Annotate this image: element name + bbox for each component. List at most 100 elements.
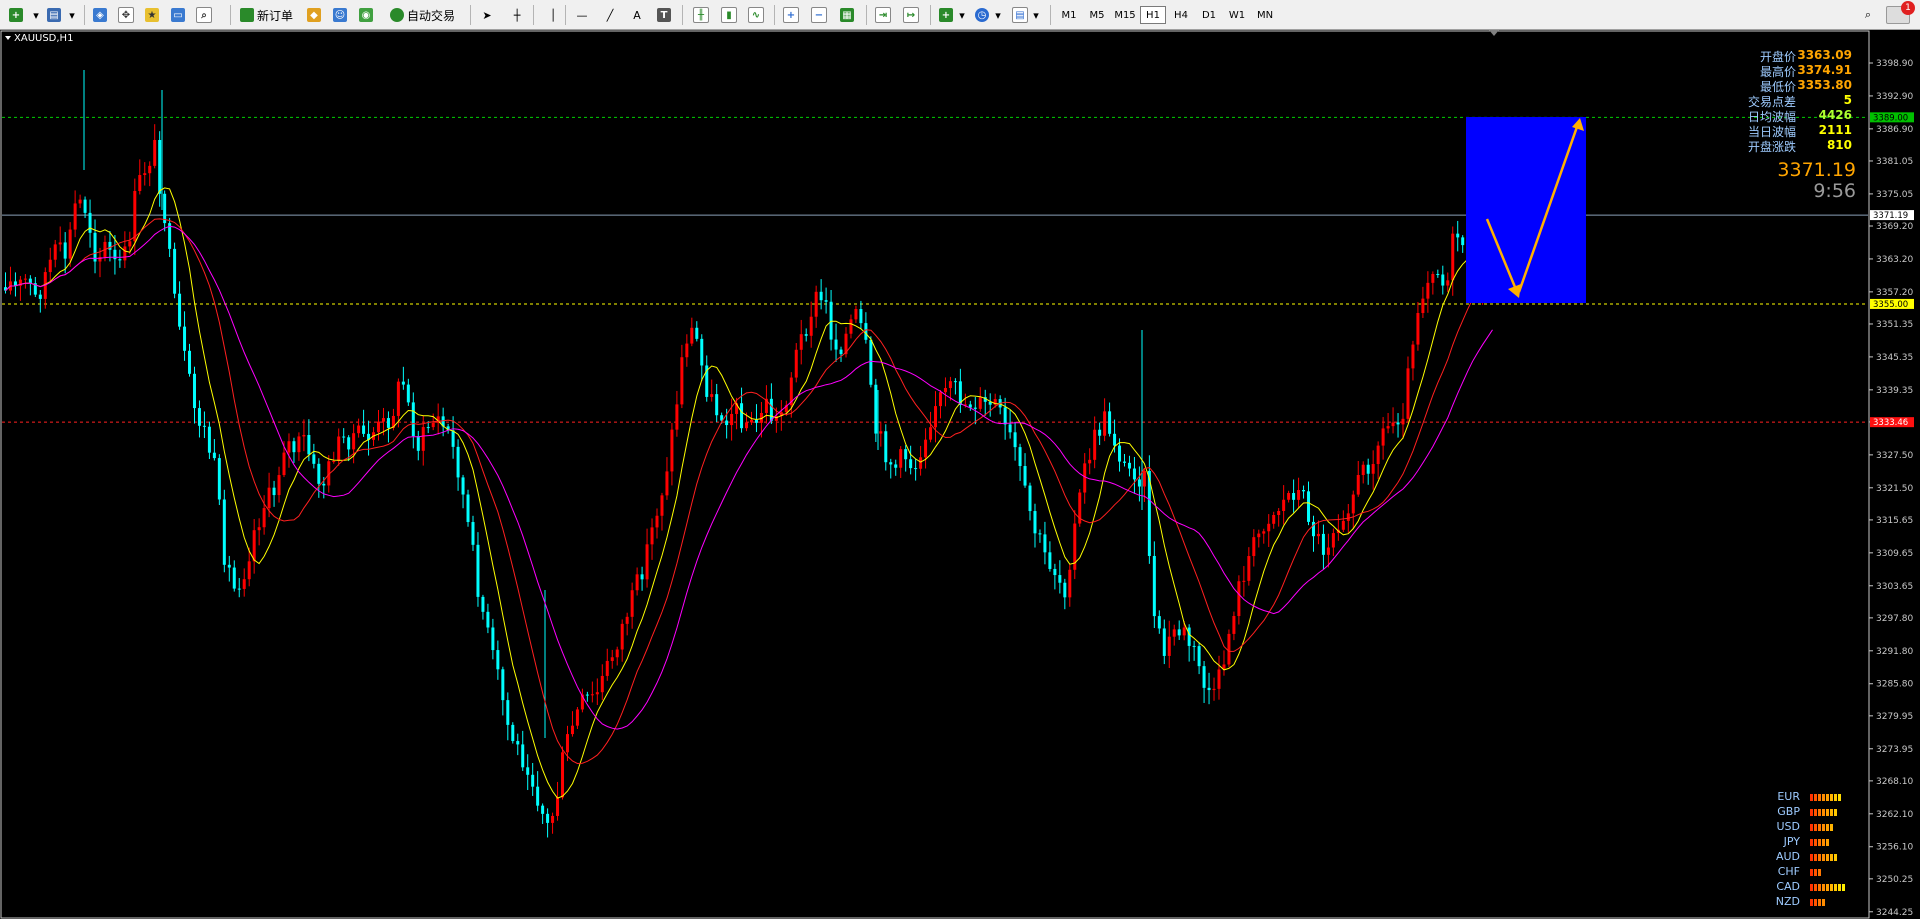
new-order-button[interactable]: 新订单 [236, 4, 297, 26]
strength-bar [1830, 794, 1833, 801]
price-axis-label: 3279.95 [1876, 712, 1913, 722]
strength-bar [1830, 824, 1833, 831]
price-axis-label: 3363.20 [1876, 255, 1913, 265]
market-icon[interactable]: ◉ [356, 4, 376, 26]
strength-bar [1818, 899, 1821, 906]
strength-bars [1810, 824, 1833, 831]
timeframe-m5[interactable]: M5 [1084, 6, 1110, 24]
currency-row: JPY [1760, 835, 1860, 849]
svg-text:3355.00: 3355.00 [1873, 300, 1908, 310]
timeframe-w1[interactable]: W1 [1224, 6, 1250, 24]
price-axis-label: 3351.35 [1876, 320, 1913, 330]
big-price: 3371.19 [1777, 159, 1856, 181]
dropdown-arrow-icon[interactable]: ▾ [988, 4, 1008, 26]
zoom-out-icon[interactable]: − [809, 4, 829, 26]
text-tool-icon[interactable]: A [627, 4, 647, 26]
currency-code: JPY [1783, 835, 1800, 848]
price-chart[interactable]: XAUUSD,H1 3398.90 3392.90 3386.90 3381.05 33… [0, 30, 1920, 919]
price-axis-label: 3321.50 [1876, 484, 1913, 494]
strength-bar [1818, 839, 1821, 846]
line-chart-icon[interactable]: ∿ [746, 4, 766, 26]
strength-bar [1834, 809, 1837, 816]
timeframe-h1[interactable]: H1 [1140, 6, 1166, 24]
price-axis-label: 3345.35 [1876, 353, 1913, 363]
strength-bar [1838, 794, 1841, 801]
price-axis-label: 3369.20 [1876, 222, 1913, 232]
dropdown-arrow-icon[interactable]: ▾ [952, 4, 972, 26]
price-axis-label: 3381.05 [1876, 157, 1913, 167]
currency-row: USD [1760, 820, 1860, 834]
dropdown-arrow-icon[interactable]: ▾ [1026, 4, 1046, 26]
strength-bar [1810, 854, 1813, 861]
signals-icon[interactable]: ☺ [330, 4, 350, 26]
timeframe-m1[interactable]: M1 [1056, 6, 1082, 24]
bar-chart-icon[interactable]: ╫ [691, 4, 711, 26]
label-tool-icon[interactable]: T [654, 4, 674, 26]
price-axis-label: 3250.25 [1876, 875, 1913, 885]
profiles-icon[interactable]: ▤ [44, 4, 64, 26]
candle [222, 489, 226, 573]
strength-bar [1834, 794, 1837, 801]
candle-countdown: 9:56 [1813, 180, 1856, 202]
strength-bar [1810, 899, 1813, 906]
strength-bars [1810, 854, 1837, 861]
auto-trade-button[interactable]: 自动交易 [386, 4, 459, 26]
cursor-icon[interactable]: ➤ [477, 4, 497, 26]
timeframe-h4[interactable]: H4 [1168, 6, 1194, 24]
dropdown-arrow-icon[interactable]: ▾ [62, 4, 82, 26]
timeframe-mn[interactable]: MN [1252, 6, 1278, 24]
dropdown-arrow-icon[interactable]: ▾ [26, 4, 46, 26]
currency-row: AUD [1760, 850, 1860, 864]
timeframe-d1[interactable]: D1 [1196, 6, 1222, 24]
svg-text:3333.46: 3333.46 [1873, 418, 1908, 428]
current-price-tag: 3371.19 [1870, 210, 1914, 221]
currency-code: GBP [1777, 805, 1800, 818]
strength-bar [1822, 839, 1825, 846]
crosshair-icon[interactable]: ┼ [507, 4, 527, 26]
currency-code: CAD [1776, 880, 1800, 893]
autoscroll-icon[interactable]: ↦ [901, 4, 921, 26]
trendline-icon[interactable]: ╱ [600, 4, 620, 26]
auto-trade-label: 自动交易 [407, 8, 456, 23]
strength-bar [1818, 884, 1821, 891]
strength-bar [1814, 809, 1817, 816]
vertical-line-icon[interactable]: │ [543, 4, 563, 26]
search-icon[interactable]: ⌕ [1858, 4, 1878, 26]
notification-badge: 1 [1901, 1, 1915, 15]
horizontal-line-icon[interactable]: — [572, 4, 592, 26]
price-axis-label: 3357.20 [1876, 288, 1913, 298]
strength-bar [1830, 809, 1833, 816]
forecast-annotation [1466, 117, 1586, 303]
info-value: 3353.80 [1797, 78, 1852, 92]
svg-text:3389.00: 3389.00 [1873, 113, 1908, 123]
candlestick-icon[interactable]: ▮ [719, 4, 739, 26]
market-watch-icon[interactable]: ◈ [90, 4, 110, 26]
zoom-in-icon[interactable]: + [781, 4, 801, 26]
strength-bar [1826, 884, 1829, 891]
currency-code: USD [1776, 820, 1800, 833]
strength-bar [1818, 854, 1821, 861]
candle [511, 722, 515, 744]
notification-button[interactable]: 1 [1884, 1, 1915, 26]
terminal-icon[interactable]: ▭ [168, 4, 188, 26]
strength-bar [1830, 854, 1833, 861]
candle [1078, 489, 1082, 527]
price-axis-label: 3273.95 [1876, 745, 1913, 755]
chart-shift-icon[interactable]: ⇥ [873, 4, 893, 26]
auto-trade-icon [390, 8, 404, 22]
strategy-tester-icon[interactable]: ⌕ [194, 4, 214, 26]
info-label: 开盘涨跌 [1747, 140, 1796, 154]
navigator-icon[interactable]: ★ [142, 4, 162, 26]
data-window-icon[interactable]: ✥ [116, 4, 136, 26]
metaeditor-icon[interactable]: ◆ [304, 4, 324, 26]
tile-windows-icon[interactable]: ▦ [837, 4, 857, 26]
timeframe-m15[interactable]: M15 [1112, 6, 1138, 24]
candle [1147, 455, 1151, 564]
price-axis-label: 3392.90 [1876, 92, 1913, 102]
new-chart-icon[interactable]: + [6, 4, 26, 26]
strength-bars [1810, 839, 1829, 846]
info-value: 3374.91 [1797, 63, 1852, 77]
currency-code: NZD [1775, 895, 1800, 908]
price-axis-label: 3297.80 [1876, 614, 1913, 624]
candle [466, 489, 470, 527]
